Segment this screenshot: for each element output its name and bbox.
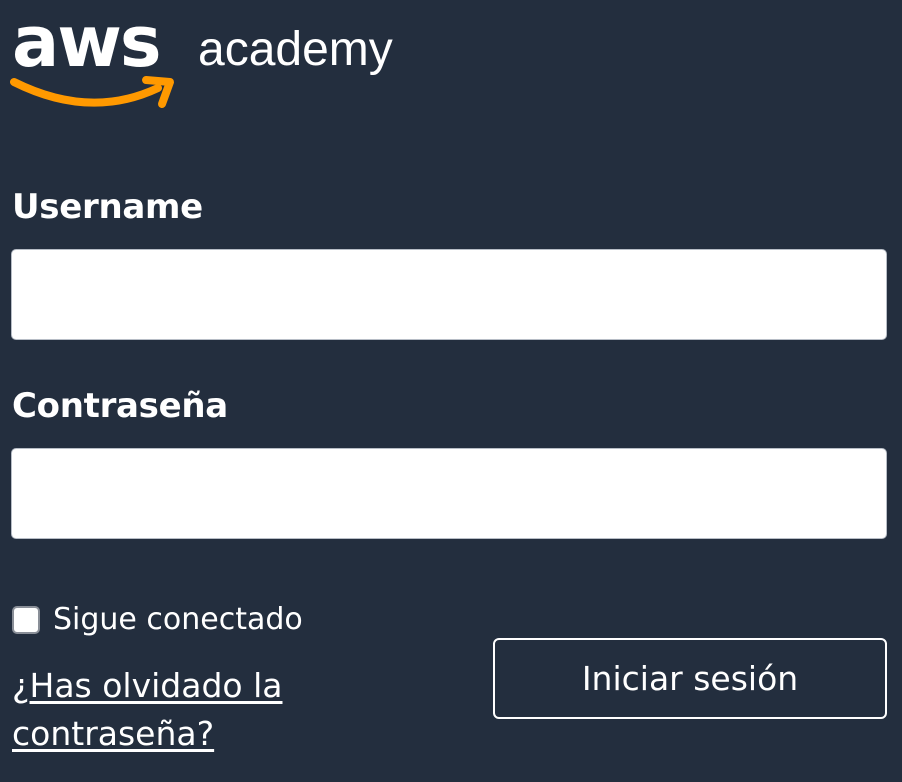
- login-button[interactable]: Iniciar sesión: [493, 638, 887, 719]
- remember-me-checkbox[interactable]: [12, 606, 40, 634]
- username-input[interactable]: [11, 249, 887, 340]
- forgot-password-prefix: ¿: [12, 666, 30, 705]
- forgot-password-link-text[interactable]: Has olvidado la contraseña?: [12, 666, 282, 753]
- aws-wordmark: aws: [12, 8, 160, 83]
- academy-wordmark: academy: [198, 23, 393, 76]
- password-label: Contraseña: [12, 386, 228, 426]
- forgot-password-link[interactable]: ¿Has olvidado la contraseña?: [12, 662, 352, 758]
- aws-academy-logo-graphic: aws academy: [10, 8, 393, 108]
- password-input[interactable]: [11, 448, 887, 539]
- aws-smile-icon: [10, 78, 162, 107]
- username-label: Username: [12, 187, 203, 227]
- remember-me-control[interactable]: Sigue conectado: [12, 600, 303, 640]
- aws-academy-logo: aws academy: [10, 8, 410, 116]
- remember-me-label: Sigue conectado: [53, 602, 303, 637]
